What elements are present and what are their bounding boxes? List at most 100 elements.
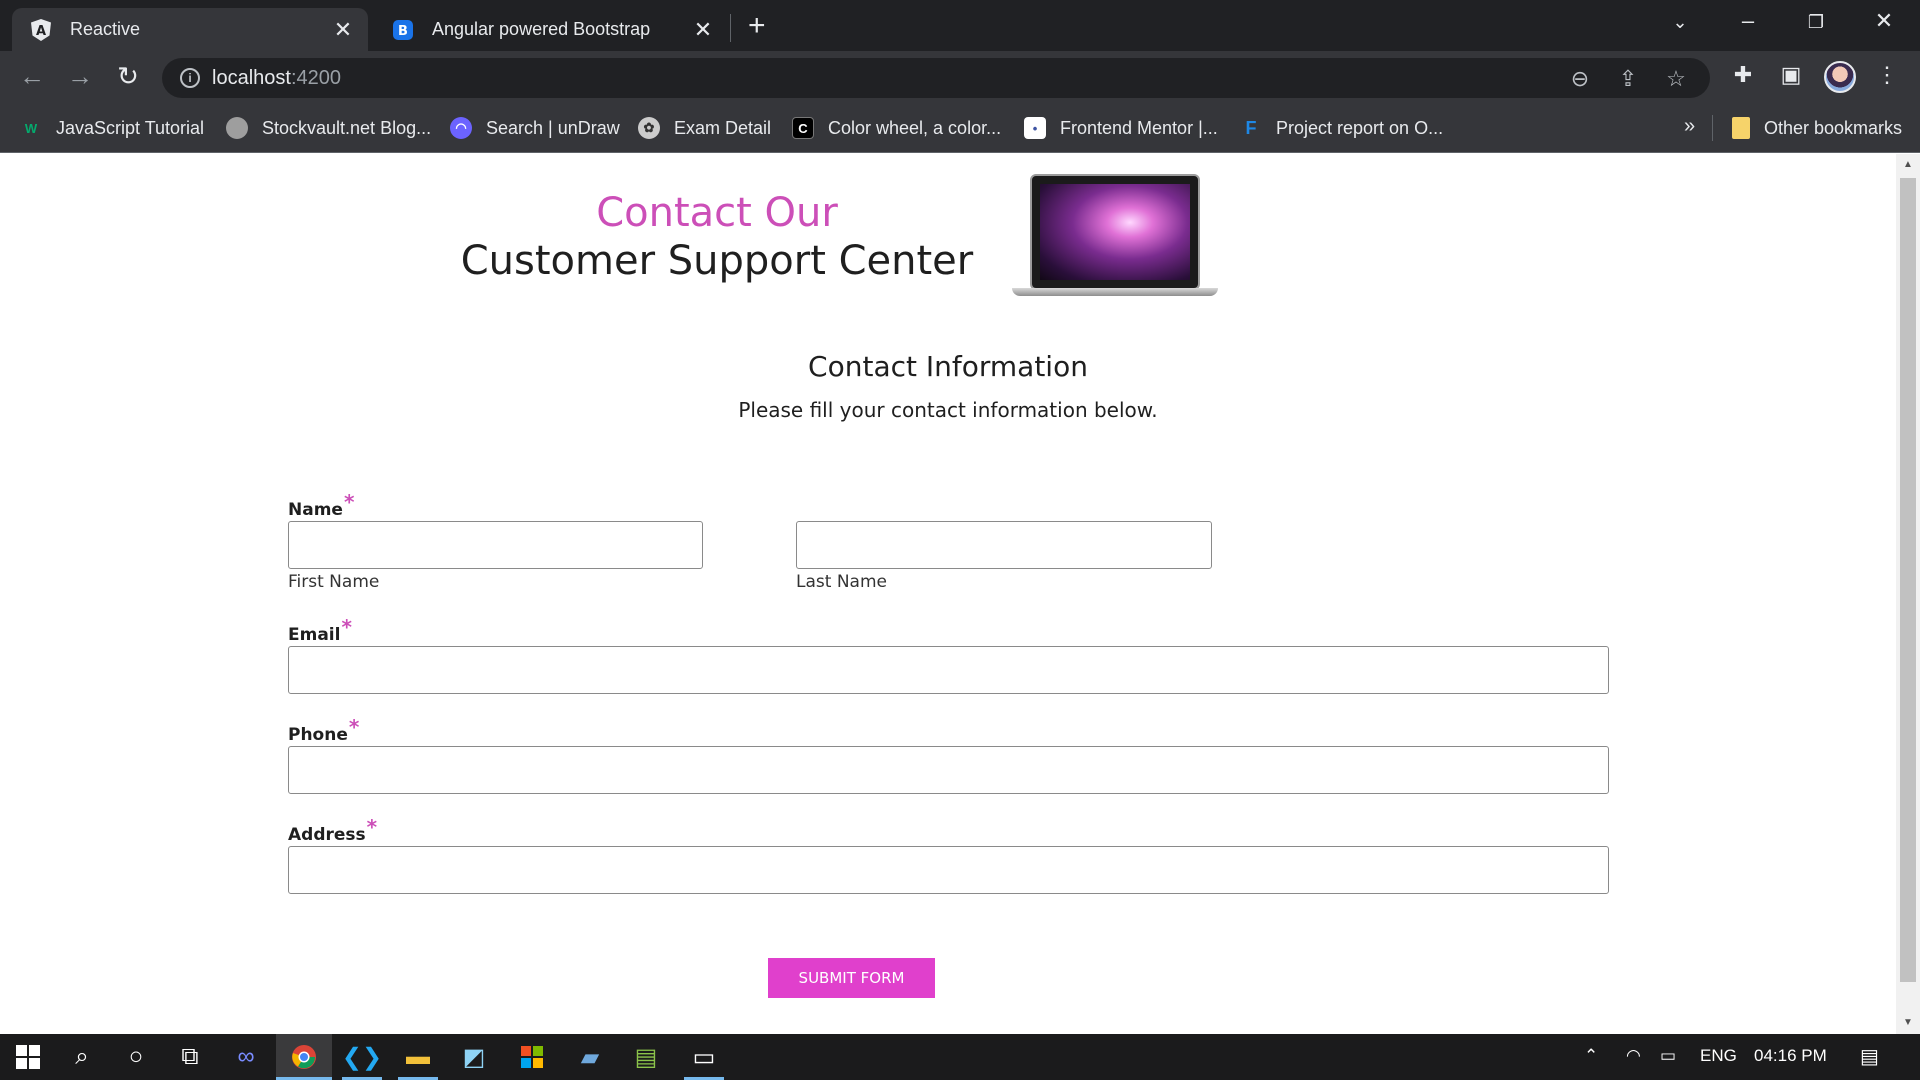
tab-title: Angular powered Bootstrap: [432, 19, 651, 39]
office-app-icon[interactable]: [504, 1034, 560, 1080]
browser-toolbar: ← → ↻ i localhost:4200 ⊖ ⇪ ☆ ✚ ▣ ⋮: [0, 51, 1920, 103]
browser-tab-strip: A Reactive ✕ B Angular powered Bootstrap…: [0, 0, 1920, 51]
email-field[interactable]: [288, 646, 1609, 694]
infinity-app-icon[interactable]: ∞: [218, 1034, 274, 1080]
bookmark-color-wheel[interactable]: C Color wheel, a color...: [792, 116, 1001, 140]
bookmark-label: JavaScript Tutorial: [56, 117, 205, 138]
share-icon[interactable]: ⇪: [1614, 66, 1642, 92]
more-bookmarks-icon[interactable]: »: [1684, 115, 1695, 138]
address-label: Address*: [288, 815, 378, 845]
bookmark-project-report[interactable]: F Project report on O...: [1240, 116, 1444, 140]
bookmark-star-icon[interactable]: ☆: [1662, 66, 1690, 92]
stockvault-icon: [226, 117, 248, 139]
windows-taskbar: ⌕ ○ ⧉ ∞ ❮❯ ▬ ◩ ▰ ▤ ▭ ⌃ ◠ ▭ ENG 04:16 PM …: [0, 1034, 1920, 1080]
windows-start-icon[interactable]: [0, 1034, 56, 1080]
side-panel-icon[interactable]: ▣: [1776, 62, 1806, 88]
frontend-mentor-icon: •: [1024, 117, 1046, 139]
menu-icon[interactable]: ⋮: [1872, 62, 1902, 88]
wifi-icon[interactable]: ◠: [1626, 1046, 1641, 1066]
tab-reactive[interactable]: A Reactive ✕: [12, 8, 368, 51]
bookmark-undraw[interactable]: ◠ Search | unDraw: [450, 116, 620, 140]
section-subtitle: Please fill your contact information bel…: [738, 398, 1158, 422]
submit-form-button[interactable]: SUBMIT FORM: [768, 958, 935, 998]
bookmark-label: Search | unDraw: [486, 117, 620, 138]
bookmark-label: Stockvault.net Blog...: [262, 117, 432, 138]
url-text: localhost:4200: [212, 67, 341, 89]
bookmarks-separator: [1712, 115, 1713, 141]
folder-icon: [1732, 117, 1750, 139]
tab-separator: [730, 14, 731, 42]
bootstrap-icon: B: [392, 19, 414, 41]
minimize-icon[interactable]: –: [1728, 8, 1768, 34]
last-name-field[interactable]: [796, 521, 1212, 569]
phone-field[interactable]: [288, 746, 1609, 794]
tab-title: Reactive: [70, 19, 141, 39]
page-viewport: [0, 154, 1896, 1034]
bookmark-label: Project report on O...: [1276, 117, 1444, 138]
language-indicator[interactable]: ENG: [1700, 1046, 1737, 1066]
first-name-label: First Name: [288, 572, 380, 592]
site-info-icon[interactable]: i: [180, 68, 200, 88]
bookmark-exam-detail[interactable]: ✿ Exam Detail: [638, 116, 771, 140]
close-tab-icon[interactable]: ✕: [688, 17, 718, 43]
clock[interactable]: 04:16 PM: [1754, 1046, 1827, 1066]
svg-text:B: B: [398, 24, 408, 39]
notes-app-icon[interactable]: ◩: [446, 1034, 502, 1080]
svg-text:A: A: [36, 24, 46, 39]
required-mark: *: [341, 615, 352, 639]
email-label: Email*: [288, 615, 352, 645]
bookmarks-bar: W JavaScript Tutorial Stockvault.net Blo…: [0, 103, 1920, 153]
scroll-up-icon[interactable]: ▲: [1896, 154, 1920, 176]
page-scrollbar[interactable]: ▲ ▼: [1896, 154, 1920, 1034]
undraw-icon: ◠: [450, 117, 472, 139]
bookmark-stockvault[interactable]: Stockvault.net Blog...: [226, 116, 431, 140]
bookmark-frontend-mentor[interactable]: • Frontend Mentor |...: [1024, 116, 1218, 140]
phone-label: Phone*: [288, 715, 360, 745]
show-hidden-icons-icon[interactable]: ⌃: [1584, 1046, 1598, 1066]
bookmark-label: Other bookmarks: [1764, 117, 1903, 138]
notifications-icon[interactable]: ▤: [1860, 1044, 1879, 1069]
new-tab-icon[interactable]: +: [748, 8, 766, 44]
last-name-label: Last Name: [796, 572, 887, 592]
search-icon[interactable]: ⌕: [54, 1034, 110, 1080]
restore-icon[interactable]: ❐: [1796, 12, 1836, 33]
reload-icon[interactable]: ↻: [112, 61, 144, 93]
bookmark-label: Color wheel, a color...: [828, 117, 1002, 138]
name-label: Name*: [288, 490, 355, 520]
chrome-icon[interactable]: [276, 1034, 332, 1080]
bookmark-label: Frontend Mentor |...: [1060, 117, 1218, 138]
terminal-icon[interactable]: ▭: [676, 1034, 732, 1080]
address-bar[interactable]: i localhost:4200 ⊖ ⇪ ☆: [162, 58, 1710, 98]
cortana-icon[interactable]: ○: [108, 1034, 164, 1080]
exam-icon: ✿: [638, 117, 660, 139]
scroll-down-icon[interactable]: ▼: [1896, 1012, 1920, 1034]
forward-icon[interactable]: →: [64, 61, 96, 93]
vscode-icon[interactable]: ❮❯: [334, 1034, 390, 1080]
battery-icon[interactable]: ▭: [1660, 1046, 1676, 1066]
bookmark-javascript-tutorial[interactable]: W JavaScript Tutorial: [20, 116, 204, 140]
avatar[interactable]: [1824, 61, 1856, 93]
remote-desktop-icon[interactable]: ▰: [562, 1034, 618, 1080]
project-icon: F: [1245, 117, 1257, 138]
required-mark: *: [366, 815, 378, 839]
scroll-thumb[interactable]: [1900, 178, 1916, 982]
tab-angular-bootstrap[interactable]: B Angular powered Bootstrap ✕: [374, 8, 728, 51]
window-close-icon[interactable]: ✕: [1864, 8, 1904, 34]
notepad-icon[interactable]: ▤: [618, 1034, 674, 1080]
tab-search-icon[interactable]: ⌄: [1660, 12, 1700, 33]
w3schools-icon: W: [24, 120, 38, 136]
file-explorer-icon[interactable]: ▬: [390, 1034, 446, 1080]
required-mark: *: [343, 490, 355, 514]
back-icon[interactable]: ←: [16, 61, 48, 93]
bookmark-label: Exam Detail: [674, 117, 772, 138]
task-view-icon[interactable]: ⧉: [162, 1034, 218, 1080]
angular-icon: A: [30, 18, 52, 41]
extensions-icon[interactable]: ✚: [1728, 62, 1758, 88]
address-field[interactable]: [288, 846, 1609, 894]
zoom-out-icon[interactable]: ⊖: [1566, 66, 1594, 92]
section-title: Contact Information: [808, 350, 1088, 383]
close-tab-icon[interactable]: ✕: [328, 17, 358, 43]
other-bookmarks[interactable]: Other bookmarks: [1732, 116, 1902, 140]
color-wheel-icon: C: [792, 117, 814, 139]
first-name-field[interactable]: [288, 521, 703, 569]
